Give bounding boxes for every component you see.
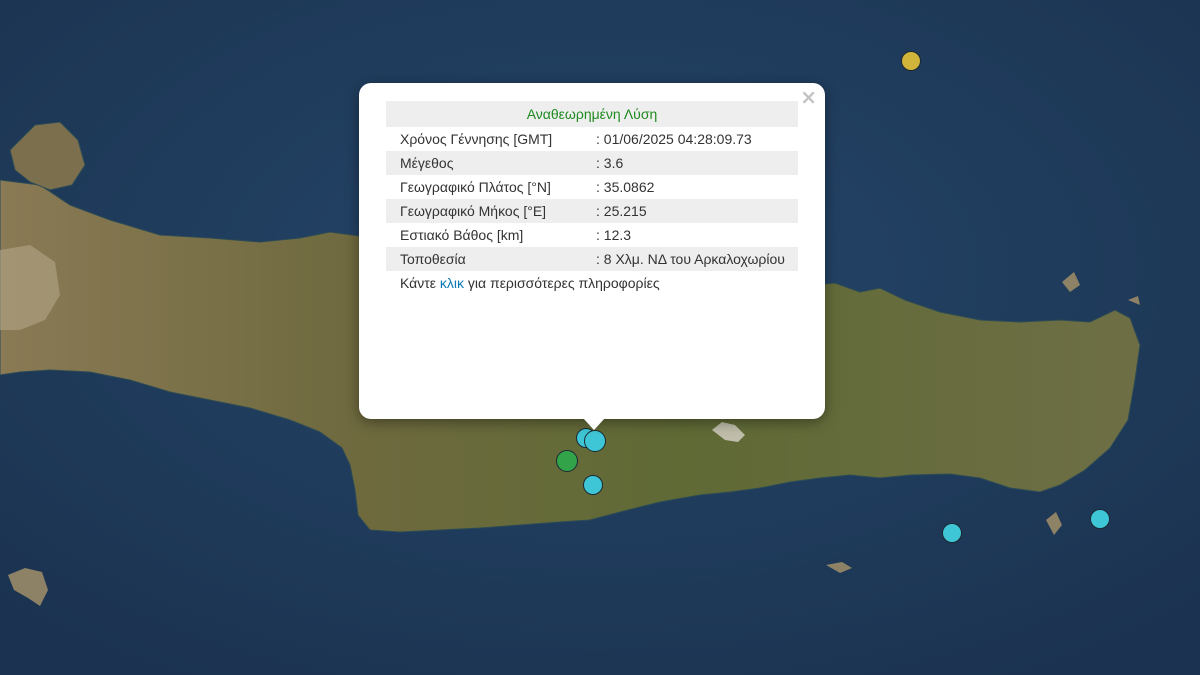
info-value: : 35.0862 [596,179,655,195]
marker-cyan-southeast-1[interactable] [942,523,962,543]
marker-cyan-southeast-2[interactable] [1090,509,1110,529]
info-row-depth: Εστιακό Βάθος [km] : 12.3 [386,223,798,247]
event-info-table: Χρόνος Γέννησης [GMT] : 01/06/2025 04:28… [386,127,798,271]
info-label: Γεωγραφικό Μήκος [°E] [386,199,582,223]
info-value: : 12.3 [596,227,632,243]
info-label: Μέγεθος [386,151,582,175]
info-value: : 25.215 [582,199,798,223]
info-value: : 3.6 [582,151,798,175]
more-info-prefix: Κάντε [400,275,440,291]
marker-cyan-selected-2[interactable] [584,430,606,452]
info-label: Χρόνος Γέννησης [GMT] [400,131,553,147]
info-label: Γεωγραφικό Πλάτος [°N] [400,179,551,195]
info-row-longitude: Γεωγραφικό Μήκος [°E] : 25.215 [386,199,798,223]
more-info-suffix: για περισσότερες πληροφορίες [464,275,660,291]
popup-pointer [583,418,605,430]
more-info-line: Κάντε κλικ για περισσότερες πληροφορίες [386,275,798,291]
popup-content: Αναθεωρημένη Λύση Χρόνος Γέννησης [GMT] … [386,101,798,291]
info-label: Τοποθεσία [386,247,582,271]
info-row-origin-time: Χρόνος Γέννησης [GMT] : 01/06/2025 04:28… [386,127,798,151]
info-value: : 8 Χλμ. ΝΔ του Αρκαλοχωρίου [582,247,798,271]
info-row-location: Τοποθεσία : 8 Χλμ. ΝΔ του Αρκαλοχωρίου [386,247,798,271]
info-row-latitude: Γεωγραφικό Πλάτος [°N] : 35.0862 [386,175,798,199]
close-icon[interactable]: × [800,87,817,107]
info-row-magnitude: Μέγεθος : 3.6 [386,151,798,175]
more-info-link[interactable]: κλικ [440,275,464,291]
popup-heading: Αναθεωρημένη Λύση [386,101,798,127]
info-value: : 01/06/2025 04:28:09.73 [596,131,752,147]
marker-yellow-north[interactable] [901,51,921,71]
earthquake-info-popup: × Αναθεωρημένη Λύση Χρόνος Γέννησης [GMT… [359,83,825,419]
marker-cyan-south[interactable] [583,475,603,495]
info-label: Εστιακό Βάθος [km] [400,227,524,243]
marker-green[interactable] [556,450,578,472]
